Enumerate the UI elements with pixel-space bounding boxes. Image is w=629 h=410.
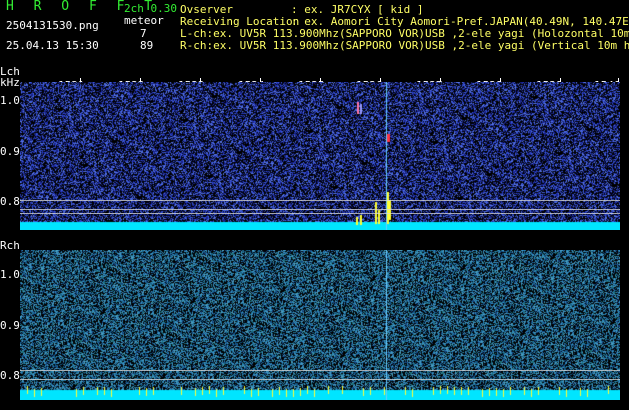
rch-info: R-ch:ex. UV5R 113.900Mhz(SAPPORO VOR)USB…: [180, 40, 629, 52]
rch-ytick-0.9: 0.9: [0, 319, 20, 332]
rch-ytick-1.0: 1.0: [0, 268, 20, 281]
lch-ytick-1.0: 1.0: [0, 94, 20, 107]
lch-ref-line: [20, 213, 620, 214]
lch-info: L-ch:ex. UV5R 113.900Mhz(SAPPORO VOR)USB…: [180, 28, 629, 40]
datetime: 25.04.13 15:30: [6, 39, 99, 52]
lch-ytick-0.9: 0.9: [0, 145, 20, 158]
lch-ref-line: [20, 200, 620, 201]
rch-ytick-0.8: 0.8: [0, 369, 20, 382]
filename: 2504131530.png: [6, 19, 99, 32]
lch-ref-line: [20, 209, 620, 210]
rch-label: Rch: [0, 239, 20, 252]
meteor-label: meteor: [124, 14, 164, 27]
location-value: : ex. Aomori City Aomori-Pref.JAPAN(40.4…: [291, 15, 629, 28]
lch-spectrogram: [20, 82, 620, 230]
location-label: Receiving Location: [180, 15, 300, 28]
lch-ytick-0.8: 0.8: [0, 195, 20, 208]
rch-ref-line: [20, 370, 620, 371]
rch-spectrogram: [20, 250, 620, 400]
rch-waterfall-canvas: [20, 250, 620, 400]
lch-waterfall-canvas: [20, 82, 620, 230]
rch-meteor-count: 89: [140, 39, 154, 52]
khz-label: kHz: [0, 76, 20, 89]
rch-ref-line: [20, 379, 620, 380]
